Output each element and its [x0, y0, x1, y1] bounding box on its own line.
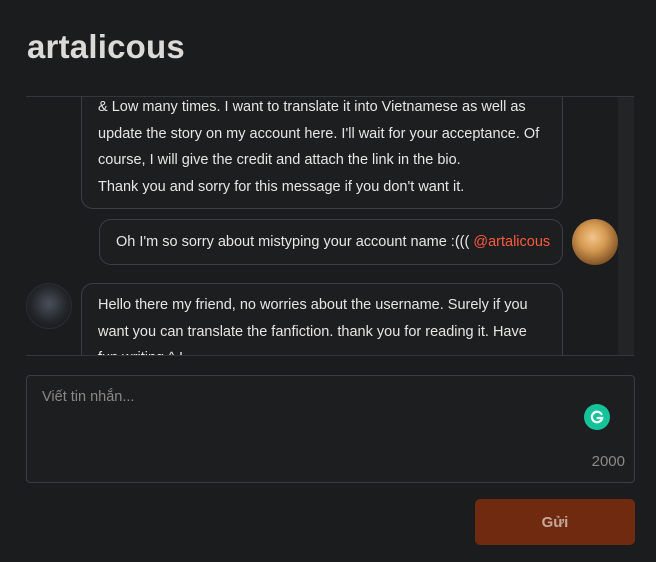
message-thread[interactable]: & Low many times. I want to translate it… [26, 96, 634, 356]
message-line: want you can translate the fanfiction. t… [98, 323, 527, 340]
message-line: Hello there my friend, no worries about … [98, 297, 528, 313]
message-bubble: & Low many times. I want to translate it… [81, 97, 563, 209]
message-line: & Low many times. I want to translate it… [98, 99, 526, 115]
message-bubble-own: Oh I'm so sorry about mistyping your acc… [99, 219, 563, 265]
send-button[interactable]: Gửi [475, 499, 635, 545]
message-line: fun writing ^ ! [98, 345, 550, 355]
grammarly-icon[interactable] [584, 404, 610, 430]
character-counter: 2000 [591, 453, 625, 470]
chat-page: artalicous & Low many times. I want to t… [0, 0, 656, 562]
scrollbar[interactable] [618, 97, 634, 355]
message-line: Thank you and sorry for this message if … [98, 178, 465, 195]
message-composer: 2000 [26, 375, 635, 483]
mention-link[interactable]: @artalicous [473, 234, 550, 250]
message-text: Oh I'm so sorry about mistyping your acc… [116, 234, 470, 250]
message-bubble: Hello there my friend, no worries about … [81, 283, 563, 355]
avatar-own[interactable] [572, 219, 618, 265]
avatar-other[interactable] [26, 283, 72, 329]
page-title: artalicous [27, 28, 185, 65]
message-line: update the story on my account here. I'l… [98, 125, 540, 142]
message-line: course, I will give the credit and attac… [98, 152, 461, 168]
message-input[interactable] [27, 376, 634, 482]
